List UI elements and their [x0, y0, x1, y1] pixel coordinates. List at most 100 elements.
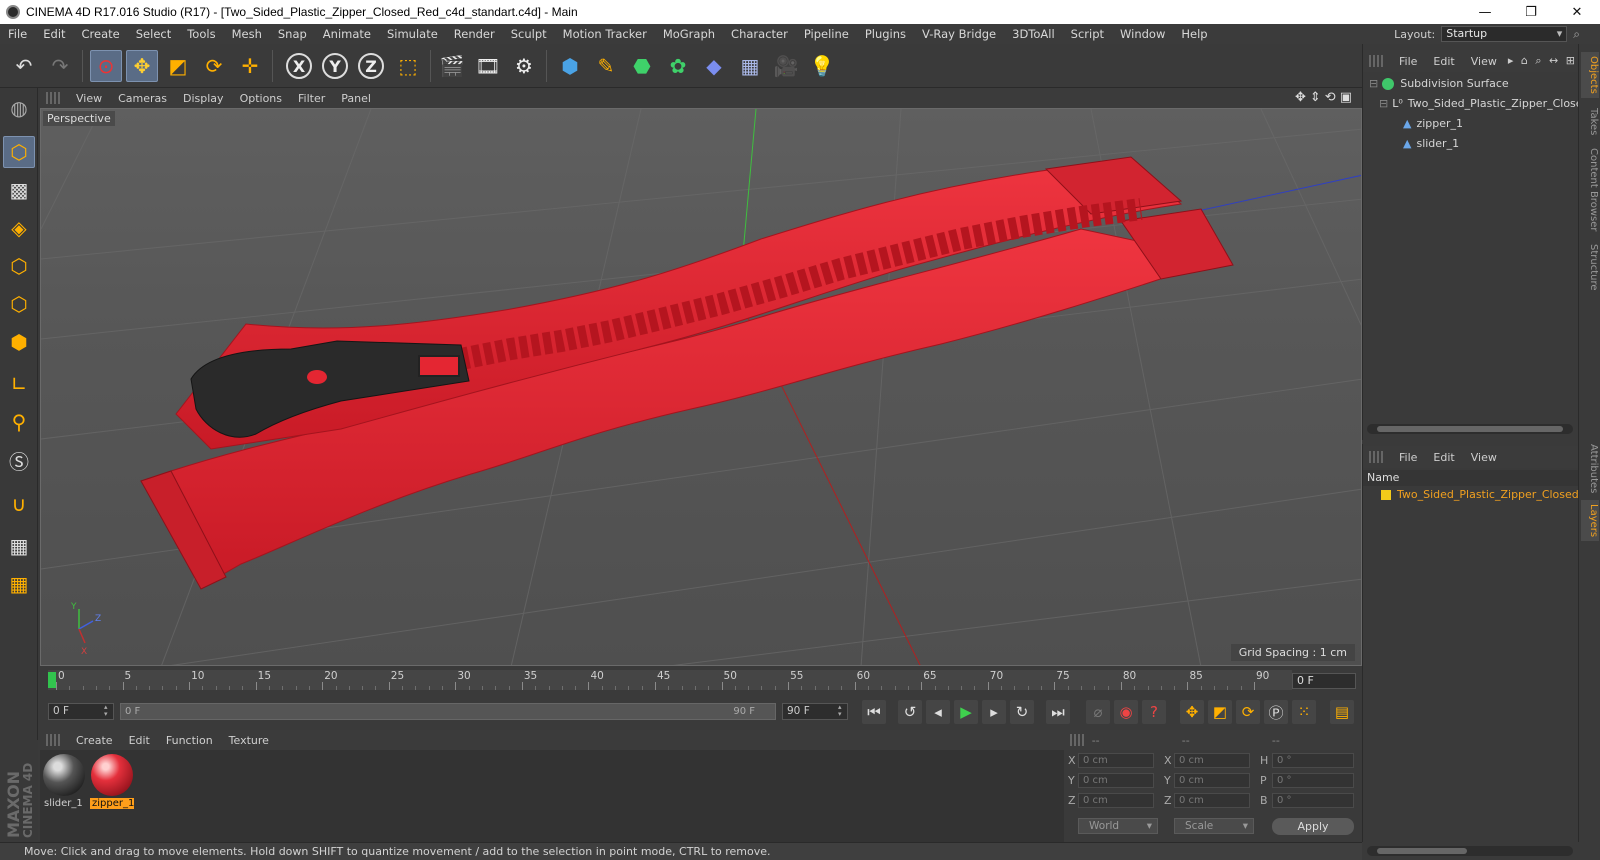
object-manager-scrollbar[interactable] [1367, 424, 1573, 434]
material-menu-function[interactable]: Function [158, 734, 221, 747]
menu-script[interactable]: Script [1063, 27, 1112, 41]
transform-tool-icon[interactable]: ✛ [234, 50, 266, 82]
size-x-field[interactable]: 0 cm [1174, 753, 1250, 768]
key-scale-icon[interactable]: ◩ [1208, 700, 1232, 724]
material-menu-edit[interactable]: Edit [121, 734, 158, 747]
menu-sculpt[interactable]: Sculpt [503, 27, 555, 41]
layer-color-swatch[interactable] [1381, 490, 1391, 500]
size-z-field[interactable]: 0 cm [1174, 793, 1250, 808]
cloner-icon[interactable]: ✿ [662, 50, 694, 82]
tree-item-zipper-1[interactable]: ▲ zipper_1 [1363, 114, 1579, 134]
deformer-icon[interactable]: ◆ [698, 50, 730, 82]
menu-help[interactable]: Help [1173, 27, 1215, 41]
axis-mode-icon[interactable]: ∟ [3, 368, 35, 400]
tweak-mode-icon[interactable]: ⚲ [3, 406, 35, 438]
layer-name-column-header[interactable]: Name [1363, 470, 1579, 486]
zoom-view-icon[interactable]: ⇕ [1310, 90, 1321, 105]
key-parameter-icon[interactable]: Ⓟ [1264, 700, 1288, 724]
camera-label[interactable]: Perspective [43, 111, 115, 126]
step-forward-icon[interactable]: ▸ [982, 700, 1006, 724]
layout-dropdown[interactable]: Startup [1441, 26, 1568, 42]
go-to-next-key-icon[interactable]: ↻ [1010, 700, 1034, 724]
render-settings-icon[interactable]: ⚙ [508, 50, 540, 82]
menu-3dtoall[interactable]: 3DToAll [1004, 27, 1063, 41]
subdivision-surface-icon[interactable]: ⬣ [626, 50, 658, 82]
points-mode-icon[interactable]: ⬡ [3, 250, 35, 282]
camera-icon[interactable]: 🎥 [770, 50, 802, 82]
objects-menu-view[interactable]: View [1463, 55, 1505, 68]
rot-h-field[interactable]: 0 ° [1272, 753, 1354, 768]
menu-snap[interactable]: Snap [270, 27, 315, 41]
rot-b-field[interactable]: 0 ° [1272, 793, 1354, 808]
menu-pipeline[interactable]: Pipeline [796, 27, 857, 41]
render-picture-viewer-icon[interactable]: 🎞 [472, 50, 504, 82]
play-forward-icon[interactable]: ▶ [954, 700, 978, 724]
x-axis-lock-icon[interactable]: X [286, 53, 312, 79]
menu-simulate[interactable]: Simulate [379, 27, 446, 41]
redo-icon[interactable]: ↷ [44, 50, 76, 82]
snapping-icon[interactable]: Ⓢ [3, 444, 35, 476]
object-manager-nav-icons[interactable]: ▸ ⌂ ⌕ ↔ ⊞ [1508, 54, 1577, 68]
playhead[interactable] [48, 672, 56, 688]
menu-character[interactable]: Character [723, 27, 796, 41]
menu-mograph[interactable]: MoGraph [655, 27, 723, 41]
key-pla-icon[interactable]: ⁙ [1292, 700, 1316, 724]
material-menu-texture[interactable]: Texture [221, 734, 277, 747]
tab-structure[interactable]: Structure [1581, 240, 1599, 295]
timeline-window-icon[interactable]: ▤ [1330, 700, 1354, 724]
cube-primitive-icon[interactable]: ⬢ [554, 50, 586, 82]
frame-range-slider[interactable]: 0 F 90 F [120, 703, 776, 720]
light-icon[interactable]: 💡 [806, 50, 838, 82]
tree-item-subdivision-surface[interactable]: ⊟ Subdivision Surface [1363, 74, 1579, 94]
layer-row[interactable]: Two_Sided_Plastic_Zipper_Closed_ [1381, 486, 1584, 504]
live-selection-icon[interactable]: ⊙ [90, 50, 122, 82]
pos-z-field[interactable]: 0 cm [1078, 793, 1154, 808]
magnet-icon[interactable]: ∪ [3, 488, 35, 520]
search-icon[interactable]: ⌕ [1573, 27, 1580, 42]
rot-p-field[interactable]: 0 ° [1272, 773, 1354, 788]
viewport-menu-display[interactable]: Display [175, 92, 232, 105]
undo-icon[interactable]: ↶ [8, 50, 40, 82]
workplane-lock-icon[interactable]: ▦ [3, 530, 35, 562]
texture-mode-icon[interactable]: ▩ [3, 174, 35, 206]
close-button[interactable]: ✕ [1554, 0, 1600, 24]
viewport-menu-cameras[interactable]: Cameras [110, 92, 175, 105]
size-mode-dropdown[interactable]: Scale [1174, 818, 1254, 834]
material-menu-create[interactable]: Create [68, 734, 121, 747]
tab-objects[interactable]: Objects [1581, 52, 1599, 98]
z-axis-lock-icon[interactable]: Z [358, 53, 384, 79]
menu-vray-bridge[interactable]: V-Ray Bridge [914, 27, 1004, 41]
go-to-start-icon[interactable]: ⏮ [862, 700, 886, 724]
apply-button[interactable]: Apply [1272, 818, 1354, 835]
menu-render[interactable]: Render [446, 27, 503, 41]
viewport-menu-view[interactable]: View [68, 92, 110, 105]
planar-workplane-icon[interactable]: ▦ [3, 568, 35, 600]
grip-handle[interactable] [1070, 734, 1084, 746]
render-view-icon[interactable]: 🎬 [436, 50, 468, 82]
floor-icon[interactable]: ▦ [734, 50, 766, 82]
material-slider-1[interactable]: slider_1 [42, 754, 86, 809]
step-back-icon[interactable]: ◂ [926, 700, 950, 724]
maximize-button[interactable]: ❐ [1508, 0, 1554, 24]
rotate-tool-icon[interactable]: ⟳ [198, 50, 230, 82]
menu-tools[interactable]: Tools [179, 27, 223, 41]
end-frame-field[interactable]: 0 F [1292, 673, 1356, 689]
pen-spline-icon[interactable]: ✎ [590, 50, 622, 82]
menu-animate[interactable]: Animate [315, 27, 379, 41]
max-frame-field[interactable]: 90 F [782, 703, 848, 720]
keyframe-selection-icon[interactable]: ? [1142, 700, 1166, 724]
sculpt-mode-icon[interactable]: ◍ [3, 92, 35, 124]
tab-takes[interactable]: Takes [1581, 104, 1599, 139]
polygons-mode-icon[interactable]: ⬢ [3, 326, 35, 358]
grip-handle[interactable] [46, 92, 60, 104]
y-axis-lock-icon[interactable]: Y [322, 53, 348, 79]
layers-menu-edit[interactable]: Edit [1425, 451, 1462, 464]
autokeying-icon[interactable]: ◉ [1114, 700, 1138, 724]
menu-edit[interactable]: Edit [35, 27, 73, 41]
layer-manager-scrollbar[interactable] [1367, 846, 1573, 856]
edges-mode-icon[interactable]: ⬡ [3, 288, 35, 320]
minimize-button[interactable]: — [1462, 0, 1508, 24]
menu-mesh[interactable]: Mesh [224, 27, 270, 41]
model-mode-icon[interactable]: ⬡ [3, 136, 35, 168]
pos-x-field[interactable]: 0 cm [1078, 753, 1154, 768]
